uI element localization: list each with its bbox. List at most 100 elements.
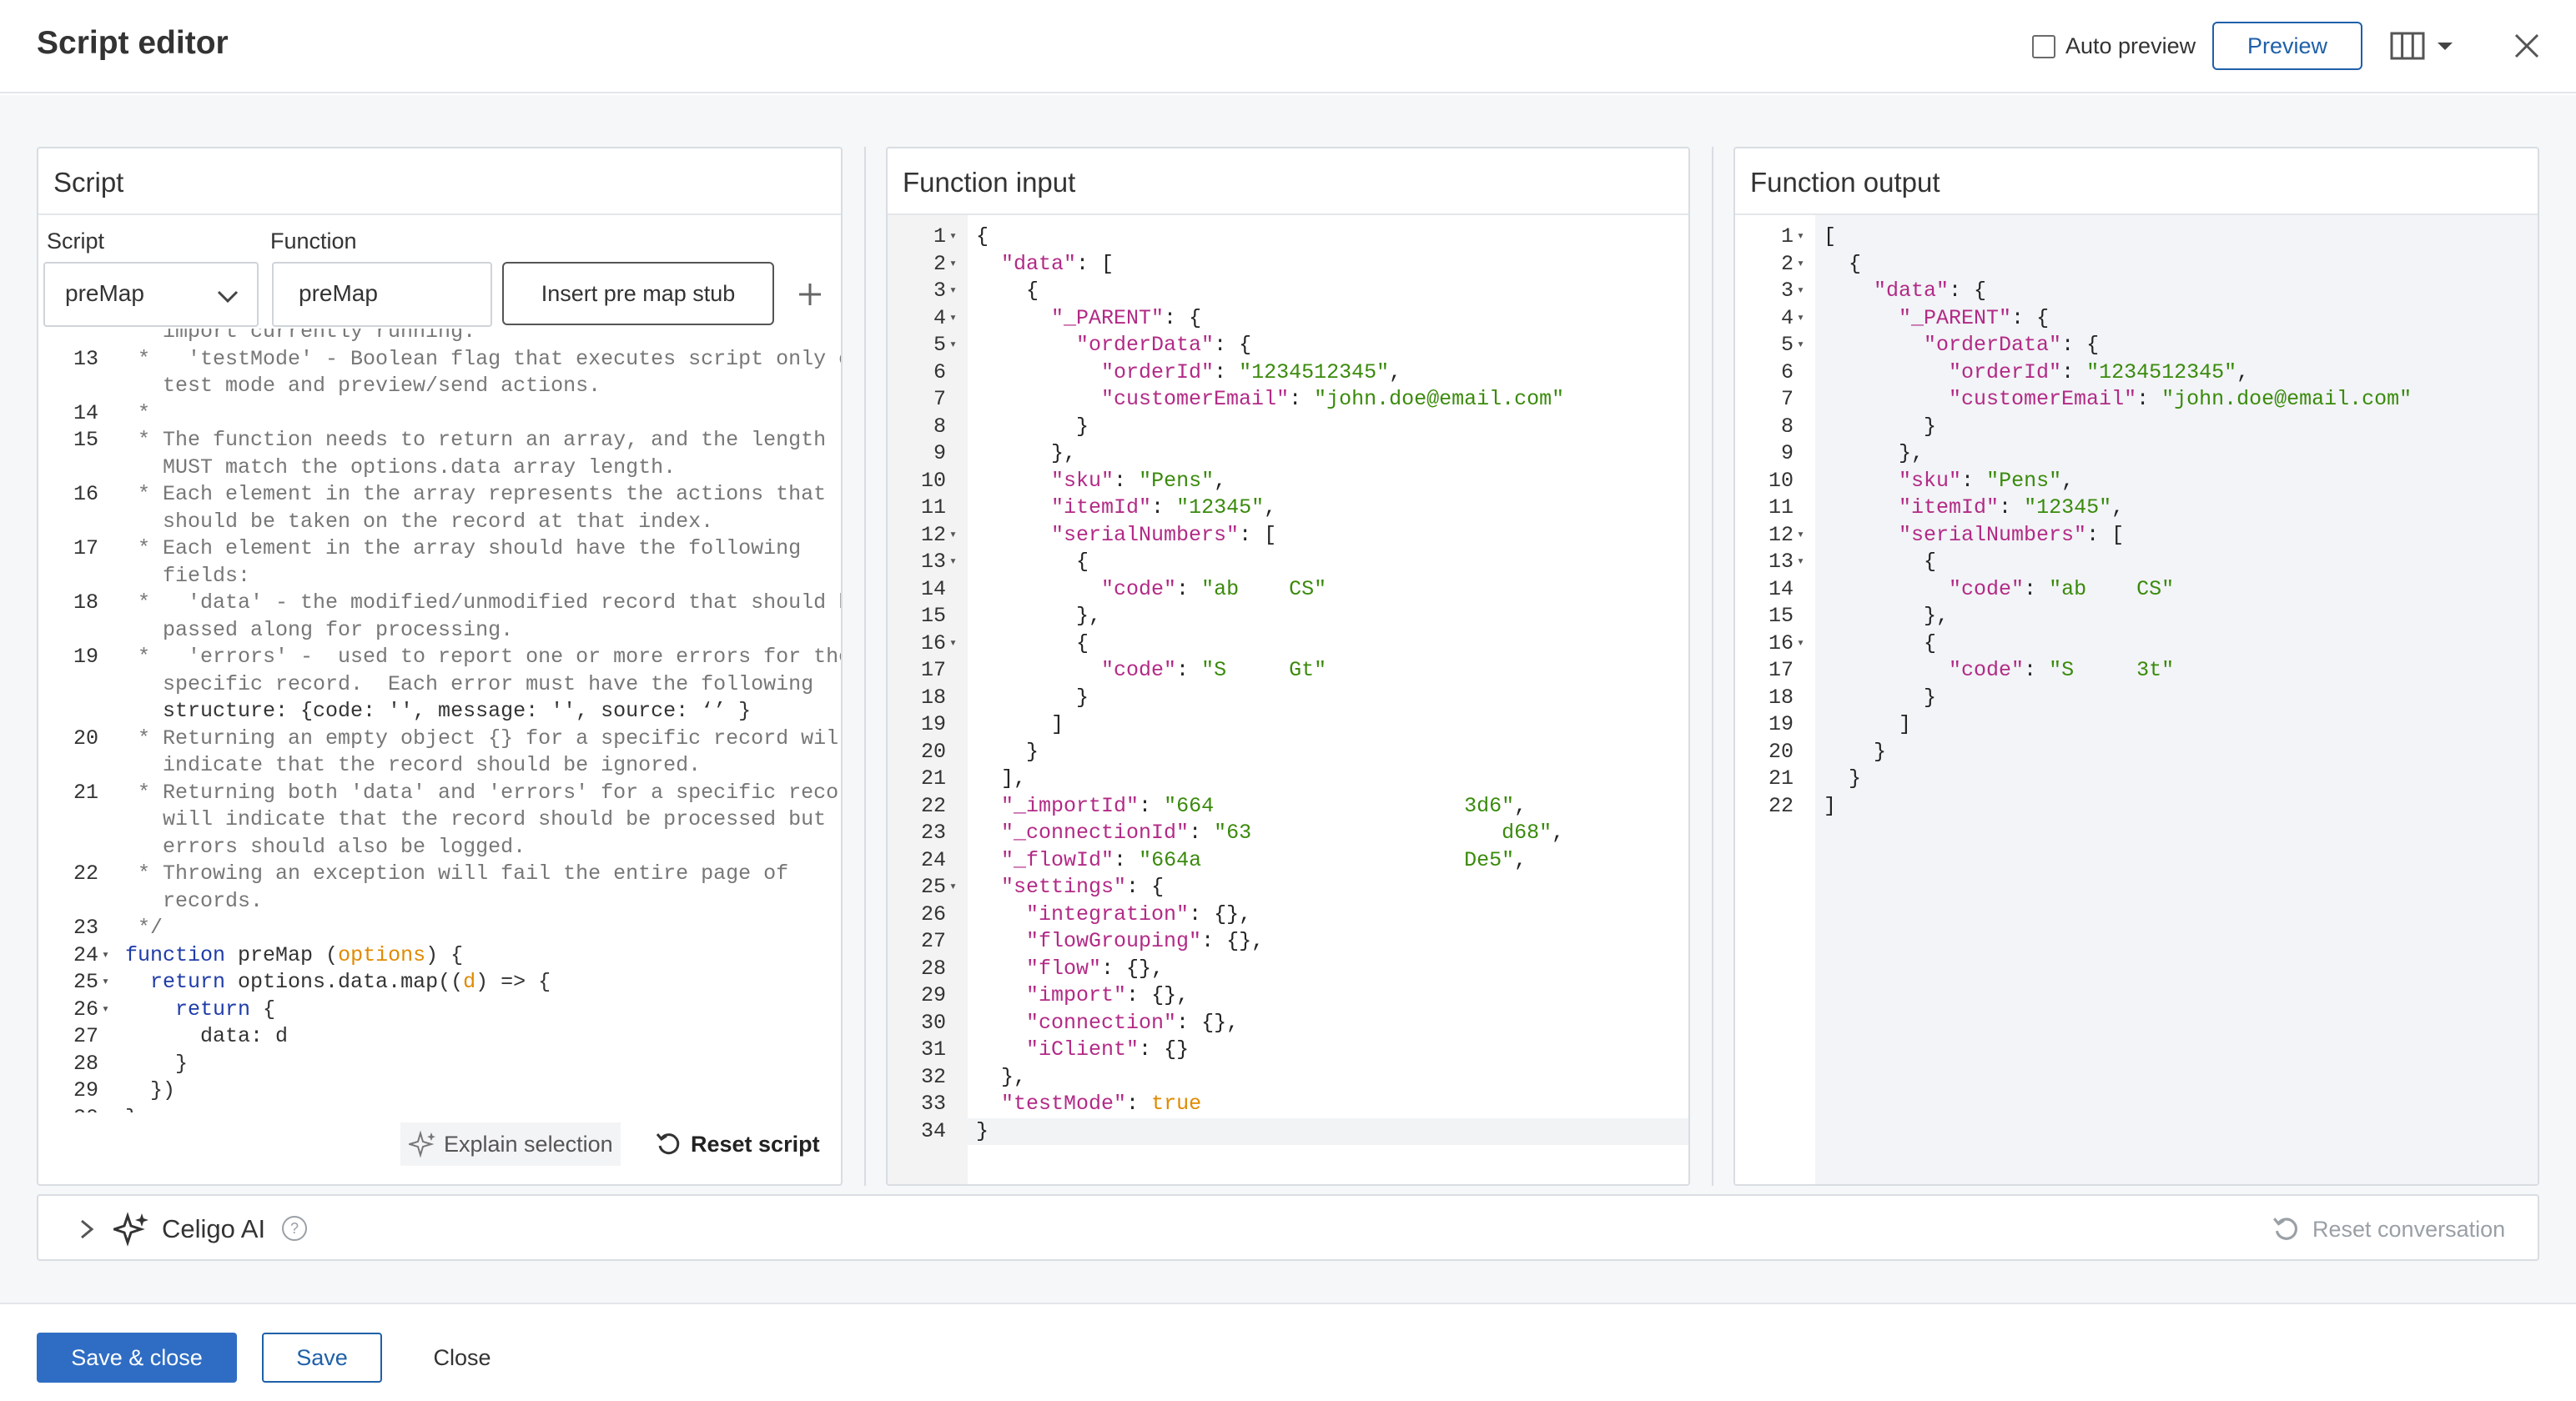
function-input-panel: Function input 1 ▾{2 ▾ "data": [3 ▾ {4 ▾ "_P…: [886, 147, 1690, 1186]
code-text: * Each element in the array should have …: [125, 536, 802, 560]
fold-toggle-icon[interactable]: ▾: [949, 305, 957, 332]
line-number: 24: [73, 942, 98, 967]
fold-toggle-icon[interactable]: ▾: [949, 278, 957, 304]
code-text: },: [976, 604, 1102, 628]
code-text: return {: [175, 997, 276, 1022]
save-button[interactable]: Save: [262, 1333, 382, 1383]
code-text: * Returning an empty object {} for a spe…: [125, 726, 841, 751]
code-text: ]: [1824, 793, 1837, 818]
code-text: "customerEmail": "john.doe@email.com": [1949, 387, 2412, 411]
preview-button[interactable]: Preview: [2212, 22, 2362, 70]
code-line: 20 * Returning an empty object {} for a …: [38, 726, 841, 752]
line-number: 16: [1768, 630, 1794, 655]
panel-resizer[interactable]: [864, 147, 866, 1186]
fold-toggle-icon[interactable]: ▾: [949, 223, 957, 250]
reset-script-label: Reset script: [691, 1131, 820, 1157]
fold-toggle-icon[interactable]: ▾: [949, 630, 957, 657]
script-select[interactable]: preMap: [43, 262, 259, 327]
script-panel: Script Script Function preMap preMap Ins…: [37, 147, 843, 1186]
code-line: 6 "orderId": "1234512345",: [888, 359, 1688, 386]
line-number: 10: [920, 468, 946, 493]
line-number: 1: [1780, 224, 1794, 249]
fold-toggle-icon[interactable]: ▾: [1797, 549, 1804, 575]
line-number: 30: [920, 1010, 946, 1035]
code-line: 16 * Each element in the array represent…: [38, 481, 841, 508]
fold-toggle-icon[interactable]: ▾: [102, 969, 109, 996]
line-number: 9: [1780, 441, 1794, 465]
celigo-ai-bar[interactable]: Celigo AI ? Reset conversation: [37, 1194, 2539, 1261]
layout-selector[interactable]: [2389, 25, 2473, 67]
line-number: 14: [920, 576, 946, 601]
reset-script-button[interactable]: Reset script: [651, 1122, 841, 1166]
fold-toggle-icon[interactable]: ▾: [949, 522, 957, 549]
save-close-button[interactable]: Save & close: [37, 1333, 237, 1383]
line-number: 12: [1768, 522, 1794, 547]
explain-selection-label: Explain selection: [444, 1131, 613, 1157]
line-number: 18: [1768, 685, 1794, 710]
auto-preview-toggle[interactable]: Auto preview: [2032, 33, 2196, 59]
code-text: }: [125, 1105, 138, 1113]
line-number: 4: [1780, 305, 1794, 330]
code-text: {: [976, 550, 1089, 574]
reset-conversation-button[interactable]: Reset conversation: [2271, 1214, 2505, 1244]
fold-toggle-icon[interactable]: ▾: [1797, 522, 1804, 549]
script-select-value: preMap: [65, 280, 144, 306]
code-line: 9 },: [1735, 440, 2538, 467]
code-text: [: [1824, 224, 1837, 249]
code-line: 15 * The function needs to return an arr…: [38, 427, 841, 454]
panel-resizer[interactable]: [1712, 147, 1713, 1186]
fold-toggle-icon[interactable]: ▾: [1797, 630, 1804, 657]
code-text: * 'testMode' - Boolean flag that execute…: [125, 346, 841, 371]
code-text: "code": "S 3t": [1949, 658, 2175, 682]
fold-toggle-icon[interactable]: ▾: [949, 549, 957, 575]
line-number: 27: [920, 929, 946, 953]
code-line: 20 }: [888, 739, 1688, 766]
code-text: "_flowId": "664a De5",: [1001, 847, 1527, 872]
code-text: "flow": {},: [1026, 956, 1165, 981]
code-line: 23 "_connectionId": "63 d68",: [888, 820, 1688, 846]
line-number: 22: [1768, 793, 1794, 818]
auto-preview-checkbox[interactable]: [2032, 34, 2055, 58]
script-select-label: Script: [47, 228, 105, 254]
editor-footer: Save & close Save Close: [0, 1303, 2576, 1401]
line-number: 14: [73, 400, 98, 425]
fold-toggle-icon[interactable]: ▾: [1797, 278, 1804, 304]
function-input-label: Function: [270, 228, 357, 254]
code-line: 3 ▾ "data": {: [1735, 278, 2538, 304]
line-number: 11: [920, 495, 946, 520]
code-line: 22]: [1735, 793, 2538, 820]
code-text: "customerEmail": "john.doe@email.com": [1101, 387, 1565, 411]
code-line: 13 ▾ {: [888, 549, 1688, 575]
reset-icon: [2273, 1218, 2297, 1240]
fold-toggle-icon[interactable]: ▾: [1797, 305, 1804, 332]
function-input[interactable]: preMap: [272, 262, 492, 327]
explain-selection-button[interactable]: Explain selection: [400, 1122, 621, 1166]
fold-toggle-icon[interactable]: ▾: [102, 942, 109, 969]
code-line: 28 }: [38, 1051, 841, 1077]
fold-toggle-icon[interactable]: ▾: [1797, 251, 1804, 278]
fold-toggle-icon[interactable]: ▾: [949, 251, 957, 278]
help-icon[interactable]: ?: [282, 1216, 307, 1241]
code-line: 29 "import": {},: [888, 982, 1688, 1009]
code-text: "connection": {},: [1026, 1010, 1240, 1035]
close-icon[interactable]: [2506, 23, 2548, 68]
function-input-editor[interactable]: 1 ▾{2 ▾ "data": [3 ▾ {4 ▾ "_PARENT": {5 ▾ "or…: [888, 215, 1688, 1184]
close-button[interactable]: Close: [409, 1333, 516, 1383]
chevron-right-icon[interactable]: [77, 1216, 97, 1243]
plus-icon[interactable]: [789, 274, 831, 315]
fold-toggle-icon[interactable]: ▾: [949, 332, 957, 359]
fold-toggle-icon[interactable]: ▾: [1797, 332, 1804, 359]
code-line: 16 ▾ {: [888, 630, 1688, 657]
line-number: 22: [920, 793, 946, 818]
line-number: 27: [73, 1024, 98, 1048]
fold-toggle-icon[interactable]: ▾: [102, 997, 109, 1023]
fold-toggle-icon[interactable]: ▾: [949, 874, 957, 901]
fold-toggle-icon[interactable]: ▾: [1797, 223, 1804, 250]
script-code-editor[interactable]: import currently running. 13 * 'testMode'…: [38, 329, 841, 1112]
code-text: "orderId": "1234512345",: [1101, 359, 1402, 384]
insert-stub-button[interactable]: Insert pre map stub: [502, 262, 774, 325]
function-input-value: preMap: [299, 280, 378, 306]
line-number: 25: [73, 970, 98, 994]
code-text: should be taken on the record at that in…: [125, 509, 714, 534]
code-line: 4 ▾ "_PARENT": {: [1735, 305, 2538, 332]
